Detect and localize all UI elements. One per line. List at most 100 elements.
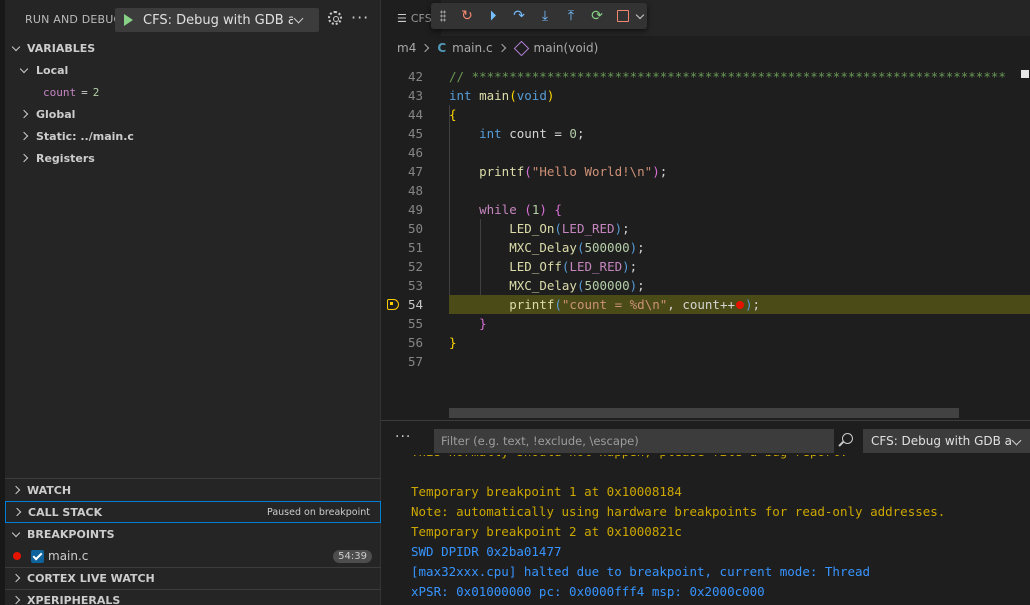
variable-count[interactable]: count = 2 [43, 81, 99, 103]
breakpoints-section-header[interactable]: BREAKPOINTS [5, 523, 381, 545]
breadcrumb-folder[interactable]: m4 [397, 41, 416, 55]
inline-breakpoint-icon[interactable] [736, 300, 744, 309]
list-icon: ☰ [397, 11, 407, 25]
stop-icon[interactable] [610, 5, 636, 27]
code-line[interactable]: 49 while (1) { [381, 200, 1030, 219]
line-number: 46 [407, 145, 423, 160]
code-line[interactable]: 52 LED_Off(LED_RED); [381, 257, 1030, 276]
code-line[interactable]: 54 printf("count = %d\n", count++); [381, 295, 1030, 314]
debug-console-panel: ··· CFS: Debug with GDB a This normally … [381, 420, 1030, 605]
chevron-right-icon [11, 595, 21, 605]
xperipherals-header-label: XPERIPHERALS [27, 593, 121, 605]
code-line[interactable]: 42 // ***********************************… [381, 67, 1030, 86]
breadcrumb-file[interactable]: main.c [452, 41, 492, 55]
line-number: 51 [407, 240, 423, 255]
console-line: [max32xxx.cpu] halted due to breakpoint,… [411, 564, 871, 579]
search-icon[interactable] [842, 433, 853, 444]
line-number: 56 [407, 335, 423, 350]
line-number: 54 [407, 297, 423, 312]
scrollbar-marker [1021, 70, 1029, 78]
line-number: 47 [407, 164, 423, 179]
breadcrumb-symbol[interactable]: main(void) [534, 41, 599, 55]
code-line[interactable]: 43 int main(void) [381, 86, 1030, 105]
drag-handle-icon[interactable] [440, 10, 446, 22]
step-out-icon[interactable]: ⤒ [558, 5, 584, 27]
code-line[interactable]: 57 [381, 352, 1030, 371]
code-line[interactable]: 47 printf("Hello World!\n"); [381, 162, 1030, 181]
line-number: 48 [407, 183, 423, 198]
code-editor: ☰ CFS m4 C main.c main(void) 42 // ******… [381, 0, 1030, 420]
code-line[interactable]: 51 MXC_Delay(500000); [381, 238, 1030, 257]
chevron-down-icon[interactable] [293, 13, 304, 23]
restart-icon[interactable]: ⟳ [584, 5, 610, 27]
launch-config-dropdown[interactable]: CFS: Debug with GDB and [115, 8, 319, 32]
code-text: // *************************************… [449, 69, 1006, 84]
chevron-right-icon [11, 485, 21, 495]
debug-session-label: CFS: Debug with GDB a [871, 434, 1013, 448]
code-text: } [449, 335, 457, 350]
breakpoints-header-label: BREAKPOINTS [27, 527, 115, 541]
console-line: Temporary breakpoint 2 at 0x1000821c [411, 524, 682, 539]
code-text: int main(void) [449, 88, 555, 103]
console-output: This normally should not happen, please … [411, 455, 1030, 605]
xperipherals-section-header[interactable]: XPERIPHERALS [5, 589, 381, 605]
scope-static-label: Static: ../main.c [36, 129, 134, 143]
console-filter-input[interactable] [434, 429, 834, 453]
code-text: int count = 0; [479, 126, 585, 141]
watch-section-header[interactable]: WATCH [5, 479, 381, 501]
code-line[interactable]: 44 { [381, 105, 1030, 124]
line-number: 57 [407, 354, 423, 369]
more-actions-icon[interactable]: ··· [351, 8, 369, 27]
cortex-live-watch-section-header[interactable]: CORTEX LIVE WATCH [5, 567, 381, 589]
call-stack-header-label: CALL STACK [28, 505, 103, 519]
line-number: 43 [407, 88, 423, 103]
step-over-icon[interactable]: ↷ [506, 5, 532, 27]
chevron-right-icon [19, 153, 29, 163]
breakpoint-enabled-checkbox[interactable] [31, 549, 44, 563]
breakpoint-item[interactable]: main.c 54:39 [5, 545, 381, 567]
code-text: } [479, 316, 487, 331]
scope-static[interactable]: Static: ../main.c [19, 125, 134, 147]
line-number: 53 [407, 278, 423, 293]
chevron-down-icon [11, 42, 21, 51]
launch-config-label: CFS: Debug with GDB and [143, 12, 293, 28]
step-into-icon[interactable]: ⤓ [532, 5, 558, 27]
watch-header-label: WATCH [27, 483, 72, 497]
variable-name: count [43, 85, 77, 99]
chevron-right-icon [19, 131, 29, 141]
code-text: printf("count = %d\n", count++); [509, 297, 761, 312]
start-debugging-icon[interactable] [124, 14, 133, 26]
continue-icon[interactable]: ⏵ [480, 5, 506, 27]
chevron-right-icon [421, 43, 430, 53]
code-line[interactable]: 55 } [381, 314, 1030, 333]
variable-value: 2 [92, 85, 100, 99]
variables-section-header[interactable]: VARIABLES [5, 37, 381, 59]
more-actions-icon[interactable]: ··· [395, 429, 411, 445]
line-number: 52 [407, 259, 423, 274]
chevron-down-icon[interactable] [635, 10, 645, 19]
code-text: printf("Hello World!\n"); [479, 164, 668, 179]
debug-session-select[interactable]: CFS: Debug with GDB a [863, 429, 1030, 453]
code-line[interactable]: 48 [381, 181, 1030, 200]
console-line: SWD DPIDR 0x2ba01477 [411, 544, 562, 559]
restart-frame-icon[interactable]: ↻ [454, 5, 480, 27]
scope-registers[interactable]: Registers [19, 147, 95, 169]
code-line[interactable]: 46 [381, 143, 1030, 162]
gear-icon[interactable] [328, 11, 342, 25]
code-text: while (1) { [479, 202, 562, 217]
scope-local[interactable]: Local [19, 59, 68, 81]
chevron-down-icon [1011, 435, 1022, 446]
code-line[interactable]: 56} [381, 333, 1030, 352]
line-number: 44 [407, 107, 423, 122]
breakpoint-file: main.c [48, 549, 89, 563]
code-line[interactable]: 45 int count = 0; [381, 124, 1030, 143]
scope-global[interactable]: Global [19, 103, 76, 125]
code-line[interactable]: 50 LED_On(LED_RED); [381, 219, 1030, 238]
call-stack-section-header[interactable]: CALL STACK Paused on breakpoint [5, 501, 381, 523]
chevron-down-icon [11, 528, 21, 537]
call-stack-status: Paused on breakpoint [267, 506, 370, 518]
scope-global-label: Global [36, 107, 76, 121]
code-area[interactable]: 42 // ***********************************… [381, 65, 1030, 410]
horizontal-scrollbar[interactable] [449, 408, 959, 418]
code-line[interactable]: 53 MXC_Delay(500000); [381, 276, 1030, 295]
